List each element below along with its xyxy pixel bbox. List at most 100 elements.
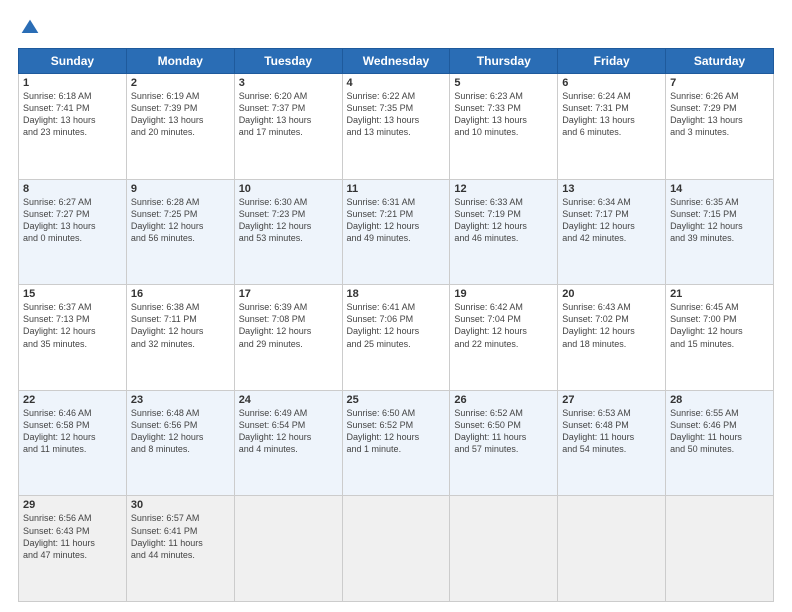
cell-info: Sunrise: 6:24 AM Sunset: 7:31 PM Dayligh… — [562, 90, 661, 139]
day-number: 17 — [239, 288, 338, 300]
weekday-header-friday: Friday — [558, 49, 666, 74]
calendar-cell: 2Sunrise: 6:19 AM Sunset: 7:39 PM Daylig… — [126, 74, 234, 180]
day-number: 20 — [562, 288, 661, 300]
day-number: 18 — [347, 288, 446, 300]
day-number: 19 — [454, 288, 553, 300]
calendar-cell: 28Sunrise: 6:55 AM Sunset: 6:46 PM Dayli… — [666, 390, 774, 496]
logo-icon — [20, 18, 40, 38]
calendar-cell: 27Sunrise: 6:53 AM Sunset: 6:48 PM Dayli… — [558, 390, 666, 496]
calendar-cell: 5Sunrise: 6:23 AM Sunset: 7:33 PM Daylig… — [450, 74, 558, 180]
calendar-cell: 14Sunrise: 6:35 AM Sunset: 7:15 PM Dayli… — [666, 179, 774, 285]
day-number: 16 — [131, 288, 230, 300]
weekday-header-monday: Monday — [126, 49, 234, 74]
calendar-cell: 12Sunrise: 6:33 AM Sunset: 7:19 PM Dayli… — [450, 179, 558, 285]
cell-info: Sunrise: 6:48 AM Sunset: 6:56 PM Dayligh… — [131, 407, 230, 456]
cell-info: Sunrise: 6:39 AM Sunset: 7:08 PM Dayligh… — [239, 301, 338, 350]
calendar-cell: 26Sunrise: 6:52 AM Sunset: 6:50 PM Dayli… — [450, 390, 558, 496]
calendar-body: 1Sunrise: 6:18 AM Sunset: 7:41 PM Daylig… — [19, 74, 774, 602]
day-number: 6 — [562, 77, 661, 89]
cell-info: Sunrise: 6:26 AM Sunset: 7:29 PM Dayligh… — [670, 90, 769, 139]
day-number: 28 — [670, 394, 769, 406]
calendar-cell: 30Sunrise: 6:57 AM Sunset: 6:41 PM Dayli… — [126, 496, 234, 602]
calendar-cell: 17Sunrise: 6:39 AM Sunset: 7:08 PM Dayli… — [234, 285, 342, 391]
cell-info: Sunrise: 6:43 AM Sunset: 7:02 PM Dayligh… — [562, 301, 661, 350]
calendar-cell: 19Sunrise: 6:42 AM Sunset: 7:04 PM Dayli… — [450, 285, 558, 391]
calendar-cell: 25Sunrise: 6:50 AM Sunset: 6:52 PM Dayli… — [342, 390, 450, 496]
cell-info: Sunrise: 6:55 AM Sunset: 6:46 PM Dayligh… — [670, 407, 769, 456]
cell-info: Sunrise: 6:56 AM Sunset: 6:43 PM Dayligh… — [23, 512, 122, 561]
calendar-cell: 10Sunrise: 6:30 AM Sunset: 7:23 PM Dayli… — [234, 179, 342, 285]
cell-info: Sunrise: 6:53 AM Sunset: 6:48 PM Dayligh… — [562, 407, 661, 456]
day-number: 26 — [454, 394, 553, 406]
calendar-cell: 13Sunrise: 6:34 AM Sunset: 7:17 PM Dayli… — [558, 179, 666, 285]
weekday-header-thursday: Thursday — [450, 49, 558, 74]
calendar-cell — [342, 496, 450, 602]
weekday-header-wednesday: Wednesday — [342, 49, 450, 74]
day-number: 8 — [23, 183, 122, 195]
cell-info: Sunrise: 6:50 AM Sunset: 6:52 PM Dayligh… — [347, 407, 446, 456]
logo — [18, 18, 40, 38]
calendar-cell: 15Sunrise: 6:37 AM Sunset: 7:13 PM Dayli… — [19, 285, 127, 391]
calendar-cell — [234, 496, 342, 602]
day-number: 15 — [23, 288, 122, 300]
day-number: 2 — [131, 77, 230, 89]
cell-info: Sunrise: 6:27 AM Sunset: 7:27 PM Dayligh… — [23, 196, 122, 245]
cell-info: Sunrise: 6:45 AM Sunset: 7:00 PM Dayligh… — [670, 301, 769, 350]
day-number: 24 — [239, 394, 338, 406]
cell-info: Sunrise: 6:38 AM Sunset: 7:11 PM Dayligh… — [131, 301, 230, 350]
day-number: 13 — [562, 183, 661, 195]
calendar-cell — [666, 496, 774, 602]
calendar-cell: 1Sunrise: 6:18 AM Sunset: 7:41 PM Daylig… — [19, 74, 127, 180]
day-number: 29 — [23, 499, 122, 511]
day-number: 4 — [347, 77, 446, 89]
day-number: 27 — [562, 394, 661, 406]
day-number: 22 — [23, 394, 122, 406]
calendar-cell: 8Sunrise: 6:27 AM Sunset: 7:27 PM Daylig… — [19, 179, 127, 285]
cell-info: Sunrise: 6:37 AM Sunset: 7:13 PM Dayligh… — [23, 301, 122, 350]
day-number: 14 — [670, 183, 769, 195]
cell-info: Sunrise: 6:42 AM Sunset: 7:04 PM Dayligh… — [454, 301, 553, 350]
day-number: 9 — [131, 183, 230, 195]
day-number: 12 — [454, 183, 553, 195]
calendar-cell: 6Sunrise: 6:24 AM Sunset: 7:31 PM Daylig… — [558, 74, 666, 180]
cell-info: Sunrise: 6:49 AM Sunset: 6:54 PM Dayligh… — [239, 407, 338, 456]
calendar-cell — [558, 496, 666, 602]
cell-info: Sunrise: 6:23 AM Sunset: 7:33 PM Dayligh… — [454, 90, 553, 139]
day-number: 3 — [239, 77, 338, 89]
calendar-cell: 4Sunrise: 6:22 AM Sunset: 7:35 PM Daylig… — [342, 74, 450, 180]
calendar-cell: 22Sunrise: 6:46 AM Sunset: 6:58 PM Dayli… — [19, 390, 127, 496]
calendar-cell: 9Sunrise: 6:28 AM Sunset: 7:25 PM Daylig… — [126, 179, 234, 285]
cell-info: Sunrise: 6:31 AM Sunset: 7:21 PM Dayligh… — [347, 196, 446, 245]
calendar-cell: 24Sunrise: 6:49 AM Sunset: 6:54 PM Dayli… — [234, 390, 342, 496]
cell-info: Sunrise: 6:20 AM Sunset: 7:37 PM Dayligh… — [239, 90, 338, 139]
cell-info: Sunrise: 6:22 AM Sunset: 7:35 PM Dayligh… — [347, 90, 446, 139]
calendar-cell: 18Sunrise: 6:41 AM Sunset: 7:06 PM Dayli… — [342, 285, 450, 391]
day-number: 1 — [23, 77, 122, 89]
cell-info: Sunrise: 6:28 AM Sunset: 7:25 PM Dayligh… — [131, 196, 230, 245]
day-number: 30 — [131, 499, 230, 511]
calendar-header-row: SundayMondayTuesdayWednesdayThursdayFrid… — [19, 49, 774, 74]
cell-info: Sunrise: 6:57 AM Sunset: 6:41 PM Dayligh… — [131, 512, 230, 561]
header — [18, 18, 774, 38]
calendar-cell: 3Sunrise: 6:20 AM Sunset: 7:37 PM Daylig… — [234, 74, 342, 180]
cell-info: Sunrise: 6:35 AM Sunset: 7:15 PM Dayligh… — [670, 196, 769, 245]
cell-info: Sunrise: 6:34 AM Sunset: 7:17 PM Dayligh… — [562, 196, 661, 245]
calendar-cell: 7Sunrise: 6:26 AM Sunset: 7:29 PM Daylig… — [666, 74, 774, 180]
page: SundayMondayTuesdayWednesdayThursdayFrid… — [0, 0, 792, 612]
calendar-cell: 29Sunrise: 6:56 AM Sunset: 6:43 PM Dayli… — [19, 496, 127, 602]
calendar-cell: 23Sunrise: 6:48 AM Sunset: 6:56 PM Dayli… — [126, 390, 234, 496]
weekday-header-tuesday: Tuesday — [234, 49, 342, 74]
cell-info: Sunrise: 6:18 AM Sunset: 7:41 PM Dayligh… — [23, 90, 122, 139]
day-number: 5 — [454, 77, 553, 89]
cell-info: Sunrise: 6:41 AM Sunset: 7:06 PM Dayligh… — [347, 301, 446, 350]
calendar-cell: 20Sunrise: 6:43 AM Sunset: 7:02 PM Dayli… — [558, 285, 666, 391]
day-number: 23 — [131, 394, 230, 406]
day-number: 7 — [670, 77, 769, 89]
day-number: 11 — [347, 183, 446, 195]
cell-info: Sunrise: 6:46 AM Sunset: 6:58 PM Dayligh… — [23, 407, 122, 456]
weekday-header-saturday: Saturday — [666, 49, 774, 74]
calendar-table: SundayMondayTuesdayWednesdayThursdayFrid… — [18, 48, 774, 602]
calendar-cell: 11Sunrise: 6:31 AM Sunset: 7:21 PM Dayli… — [342, 179, 450, 285]
cell-info: Sunrise: 6:19 AM Sunset: 7:39 PM Dayligh… — [131, 90, 230, 139]
calendar-cell — [450, 496, 558, 602]
